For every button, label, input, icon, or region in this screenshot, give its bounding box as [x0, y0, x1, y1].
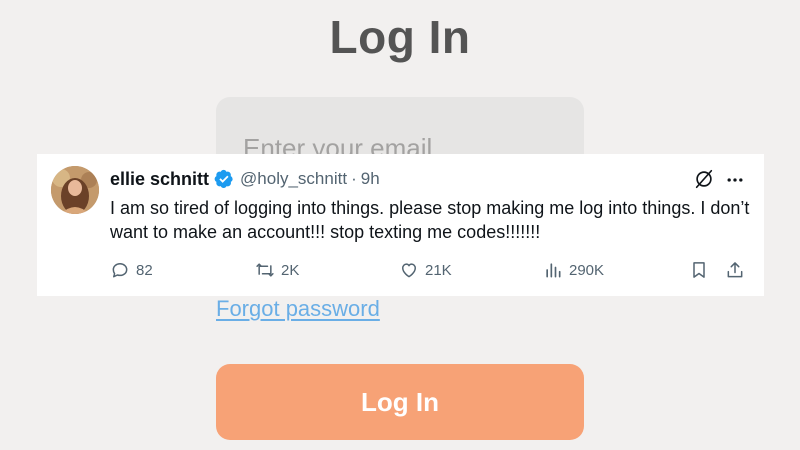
repost-button[interactable]: 2K [255, 258, 299, 282]
reply-count: 82 [136, 261, 153, 279]
timestamp[interactable]: 9h [361, 169, 380, 189]
reply-button[interactable]: 82 [110, 258, 153, 282]
tweet-header: ellie schnitt @holy_schnitt · 9h [110, 167, 380, 191]
forgot-password-link[interactable]: Forgot password [216, 296, 380, 322]
verified-icon [214, 169, 233, 188]
bookmark-icon [693, 262, 705, 278]
repost-icon [256, 263, 274, 277]
login-title: Log In [329, 11, 471, 63]
handle[interactable]: @holy_schnitt [240, 169, 347, 189]
bookmark-button[interactable] [689, 258, 709, 282]
reply-icon [112, 263, 128, 278]
avatar[interactable] [51, 166, 99, 214]
repost-count: 2K [281, 261, 300, 279]
login-button[interactable]: Log In [216, 364, 584, 440]
like-button[interactable]: 21K [399, 258, 452, 282]
separator-dot: · [351, 169, 357, 188]
tweet-card: ellie schnitt @holy_schnitt · 9h I am so… [37, 154, 764, 296]
like-icon [402, 263, 416, 278]
more-icon[interactable] [725, 170, 745, 190]
login-page: Log In Forgot password Log In ellie schn… [0, 0, 800, 450]
avatar-photo [51, 166, 99, 214]
tweet-text: I am so tired of logging into things. pl… [110, 198, 750, 242]
share-button[interactable] [725, 258, 745, 282]
grok-icon[interactable] [693, 168, 715, 190]
like-count: 21K [425, 261, 452, 279]
views-button[interactable]: 290K [543, 258, 604, 282]
views-count: 290K [569, 261, 605, 279]
views-icon [546, 263, 561, 278]
share-icon [727, 262, 743, 278]
display-name[interactable]: ellie schnitt [110, 169, 209, 190]
